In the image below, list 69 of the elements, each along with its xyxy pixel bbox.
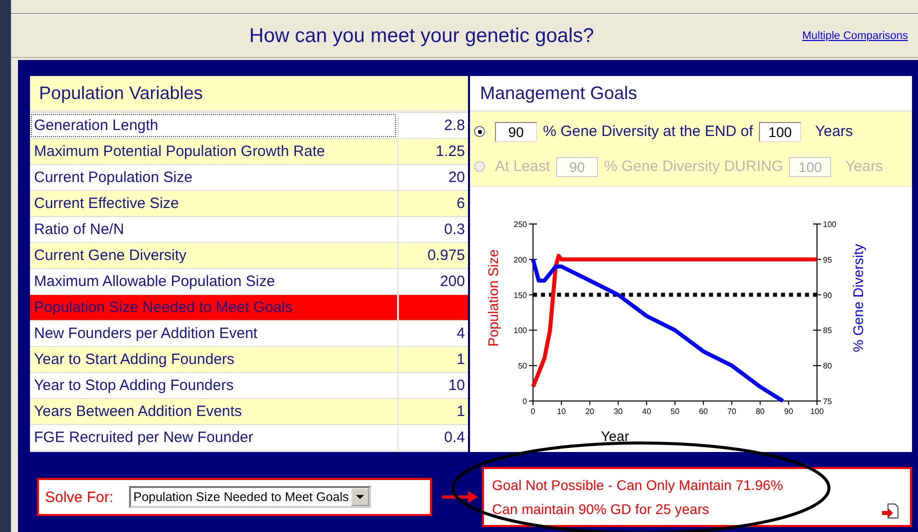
variable-label[interactable]: Current Effective Size xyxy=(30,191,397,216)
axis-title: Population Size xyxy=(485,249,501,347)
panel-header: Population Variables xyxy=(30,76,468,110)
variable-label[interactable]: Current Gene Diversity xyxy=(30,243,397,268)
number-field[interactable]: 90 xyxy=(495,122,537,142)
tick-label: 250 xyxy=(514,220,527,229)
option-text: Years xyxy=(815,123,853,140)
tick-label: 150 xyxy=(514,290,527,300)
result-message: Goal Not Possible - Can Only Maintain 71.96% xyxy=(492,477,784,493)
variable-value[interactable]: 0.3 xyxy=(399,217,468,242)
option-text: At Least xyxy=(495,158,550,175)
tick-label: 90 xyxy=(823,290,832,300)
variable-label[interactable]: FGE Recruited per New Founder xyxy=(30,425,397,450)
tick-label: 50 xyxy=(670,407,680,416)
solve-for-label: Solve For: xyxy=(45,488,114,506)
tick-label: 60 xyxy=(698,407,708,416)
variable-label[interactable]: Ratio of Ne/N xyxy=(30,217,397,242)
option-text: % Gene Diversity at the END of xyxy=(543,123,754,140)
variable-value[interactable]: 4 xyxy=(399,321,468,346)
tick-label: 0 xyxy=(522,397,527,406)
tick-label: 10 xyxy=(556,407,566,416)
arrow-icon xyxy=(442,491,478,503)
tick-label: 100 xyxy=(823,220,836,229)
tick-label: 50 xyxy=(518,362,527,371)
multiple-comparisons-link[interactable]: Multiple Comparisons xyxy=(802,30,908,42)
axis-title: Year xyxy=(600,428,630,444)
axis-title: % Gene Diversity xyxy=(850,244,866,352)
panel-header: Management Goals xyxy=(470,76,912,110)
variable-label[interactable]: Maximum Allowable Population Size xyxy=(30,269,397,294)
variable-label[interactable]: Current Population Size xyxy=(30,165,397,190)
tick-label: 100 xyxy=(810,407,824,416)
variable-label[interactable]: Year to Start Adding Founders xyxy=(30,347,397,372)
variable-value[interactable]: 1.25 xyxy=(399,139,468,164)
tick-label: 80 xyxy=(823,362,832,371)
variable-label[interactable]: Generation Length xyxy=(30,113,397,138)
tick-label: 75 xyxy=(823,397,832,406)
tick-label: 70 xyxy=(727,407,736,416)
variable-value[interactable]: 1 xyxy=(399,399,468,424)
tick-label: 95 xyxy=(823,255,832,264)
variable-value[interactable]: 200 xyxy=(399,269,468,294)
option-text: % Gene Diversity DURING xyxy=(604,158,784,175)
tick-label: 85 xyxy=(823,326,832,336)
result-message: Can maintain 90% GD for 25 years xyxy=(492,501,710,517)
variable-value[interactable]: 10 xyxy=(399,373,468,398)
variable-value[interactable]: 1 xyxy=(399,347,468,372)
variable-value[interactable]: 20 xyxy=(399,165,468,190)
tick-label: 100 xyxy=(514,326,527,336)
variable-value[interactable]: 6 xyxy=(399,191,468,216)
variable-label[interactable]: New Founders per Addition Event xyxy=(30,321,397,346)
tick-label: 90 xyxy=(784,407,794,416)
variable-value[interactable]: 2.8 xyxy=(399,113,468,138)
radio-button[interactable] xyxy=(474,126,485,137)
variable-label[interactable]: Years Between Addition Events xyxy=(30,399,397,424)
variable-label[interactable]: Year to Stop Adding Founders xyxy=(30,373,397,398)
tick-label: 80 xyxy=(756,407,765,416)
tick-label: 30 xyxy=(614,407,623,416)
variable-value[interactable]: 0.4 xyxy=(399,425,468,450)
tick-label: 0 xyxy=(530,407,536,416)
caret-icon xyxy=(356,495,364,499)
page-title: How can you meet your genetic goals? xyxy=(248,24,595,48)
solve-for-dropdown[interactable]: Population Size Needed to Meet Goals xyxy=(129,486,371,508)
tick-label: 200 xyxy=(514,255,527,264)
number-field[interactable]: 100 xyxy=(759,122,802,142)
option-text: Years xyxy=(845,158,884,175)
variable-value[interactable]: 0.975 xyxy=(399,243,468,268)
tick-label: 20 xyxy=(585,407,594,416)
variable-label[interactable]: Maximum Potential Population Growth Rate xyxy=(30,139,397,164)
document-arrow-icon[interactable] xyxy=(882,503,900,519)
tick-label: 40 xyxy=(642,407,652,416)
